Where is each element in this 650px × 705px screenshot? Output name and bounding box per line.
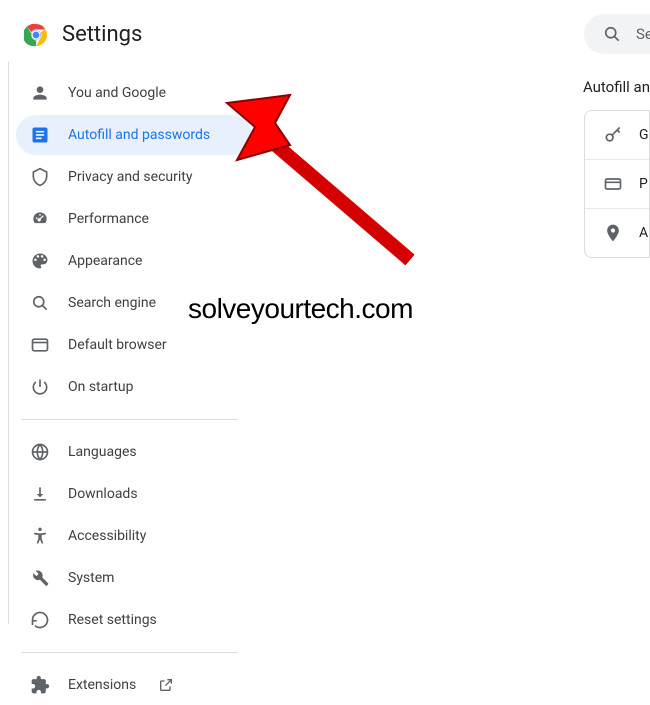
sidebar-item-label: Privacy and security (68, 169, 192, 185)
sidebar-item-autofill[interactable]: Autofill and passwords (16, 115, 252, 155)
divider (22, 419, 238, 420)
power-icon (30, 377, 50, 397)
puzzle-icon (30, 675, 50, 695)
search-icon (30, 293, 50, 313)
sidebar-item-label: Languages (68, 444, 137, 460)
sidebar-item-label: Extensions (68, 677, 136, 693)
sidebar-item-label: On startup (68, 379, 134, 395)
card-row-label: G (639, 127, 649, 143)
sidebar-item-label: Appearance (68, 253, 142, 269)
nav-group-2: Languages Downloads Accessibility System… (0, 432, 260, 640)
reset-icon (30, 610, 50, 630)
sidebar-item-label: Default browser (68, 337, 167, 353)
sidebar-item-label: Search engine (68, 295, 156, 311)
sidebar-item-performance[interactable]: Performance (16, 199, 252, 239)
sidebar-item-label: System (68, 570, 114, 586)
sidebar-item-downloads[interactable]: Downloads (16, 474, 252, 514)
sidebar-item-label: Accessibility (68, 528, 146, 544)
sidebar-item-privacy[interactable]: Privacy and security (16, 157, 252, 197)
globe-icon (30, 442, 50, 462)
person-icon (30, 83, 50, 103)
palette-icon (30, 251, 50, 271)
card-icon (603, 174, 623, 194)
browser-icon (30, 335, 50, 355)
sidebar-item-system[interactable]: System (16, 558, 252, 598)
sidebar-item-extensions[interactable]: Extensions (16, 665, 252, 705)
sidebar-item-appearance[interactable]: Appearance (16, 241, 252, 281)
sidebar-item-label: Reset settings (68, 612, 157, 628)
search-placeholder: Sea (636, 25, 650, 43)
card-row-password-manager[interactable]: G (585, 111, 649, 160)
sidebar-item-on-startup[interactable]: On startup (16, 367, 252, 407)
sidebar-item-label: Autofill and passwords (68, 127, 210, 143)
nav-group-1: You and Google Autofill and passwords Pr… (0, 73, 260, 407)
accessibility-icon (30, 526, 50, 546)
card-row-label: P (639, 176, 648, 192)
sidebar-item-you-and-google[interactable]: You and Google (16, 73, 252, 113)
page-title: Settings (62, 22, 142, 47)
sidebar-item-label: Performance (68, 211, 149, 227)
sidebar-divider-line (8, 62, 9, 624)
autofill-icon (30, 125, 50, 145)
card-row-addresses[interactable]: A (585, 209, 649, 257)
search-icon (602, 24, 622, 44)
download-icon (30, 484, 50, 504)
key-icon (603, 125, 623, 145)
speed-icon (30, 209, 50, 229)
shield-icon (30, 167, 50, 187)
header: Settings (0, 18, 260, 71)
pin-icon (603, 223, 623, 243)
card-row-payment-methods[interactable]: P (585, 160, 649, 209)
search-bar[interactable]: Sea (584, 14, 650, 54)
external-link-icon (158, 677, 174, 693)
sidebar-item-reset-settings[interactable]: Reset settings (16, 600, 252, 640)
wrench-icon (30, 568, 50, 588)
section-title: Autofill an (583, 78, 650, 96)
card-row-label: A (639, 225, 648, 241)
sidebar-item-languages[interactable]: Languages (16, 432, 252, 472)
settings-card: G P A (584, 110, 650, 258)
watermark-text: solveyourtech.com (188, 293, 413, 325)
divider (22, 652, 238, 653)
chrome-logo-icon (24, 23, 48, 47)
nav-group-3: Extensions (0, 665, 260, 705)
sidebar-item-accessibility[interactable]: Accessibility (16, 516, 252, 556)
sidebar-item-label: Downloads (68, 486, 138, 502)
sidebar-item-default-browser[interactable]: Default browser (16, 325, 252, 365)
sidebar-item-label: You and Google (68, 85, 166, 101)
